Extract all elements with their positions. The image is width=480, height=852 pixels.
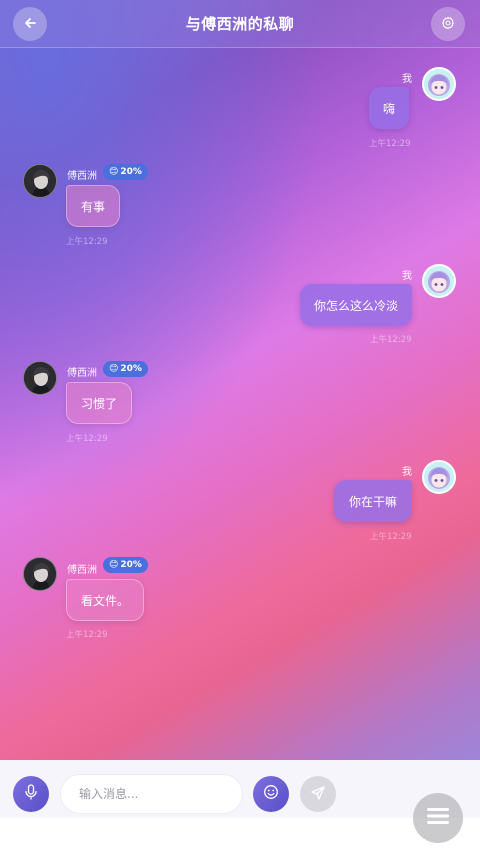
message-bubble[interactable]: 你怎么这么冷淡 [300,284,412,326]
message-input[interactable] [60,774,243,814]
smiley-icon [263,784,279,804]
message-time: 上午12:29 [66,237,108,247]
message-bubble[interactable]: 嗨 [369,87,410,129]
sender-name: 傅西洲 [67,368,97,379]
avatar-me[interactable] [422,264,456,298]
sender-name: 我 [402,74,412,85]
message-bubble[interactable]: 习惯了 [66,382,133,424]
back-button[interactable] [13,7,47,41]
avatar-contact[interactable] [23,164,57,198]
send-button[interactable] [300,776,336,812]
settings-button[interactable] [431,7,465,41]
sender-name: 傅西洲 [67,171,97,182]
message-time: 上午12:29 [66,434,108,444]
sender-name: 我 [402,271,412,282]
affection-badge: 😊 20% [103,164,148,180]
message-bubble[interactable]: 看文件。 [66,579,145,621]
message-composer [0,760,480,818]
message-time: 上午12:29 [370,532,412,542]
sender-name: 傅西洲 [67,565,97,576]
affection-badge: 😊 20% [103,361,148,377]
page-title: 与傅西洲的私聊 [185,15,295,33]
message-bubble[interactable]: 有事 [66,185,121,227]
menu-icon [426,806,450,830]
smiley-icon: 😊 [109,167,119,177]
avatar-contact[interactable] [23,361,57,395]
affection-badge: 😊 20% [103,557,148,573]
avatar-me[interactable] [422,460,456,494]
chat-header: 与傅西洲的私聊 [0,0,480,48]
affection-value: 20% [120,560,142,570]
arrow-left-icon [23,15,37,34]
message-time: 上午12:29 [369,139,411,149]
smiley-icon: 😊 [109,364,119,374]
avatar-me[interactable] [422,67,456,101]
emoji-button[interactable] [253,776,289,812]
send-icon [311,785,325,804]
avatar-contact[interactable] [23,557,57,591]
message-bubble[interactable]: 你在干嘛 [334,480,412,522]
floating-menu-button[interactable] [413,793,463,843]
message-time: 上午12:29 [66,630,108,640]
sender-name: 我 [402,467,412,478]
microphone-icon [24,784,38,804]
smiley-icon: 😊 [109,560,119,570]
gear-icon [441,15,455,34]
voice-button[interactable] [13,776,49,812]
message-time: 上午12:29 [370,335,412,345]
affection-value: 20% [120,167,142,177]
affection-value: 20% [120,364,142,374]
